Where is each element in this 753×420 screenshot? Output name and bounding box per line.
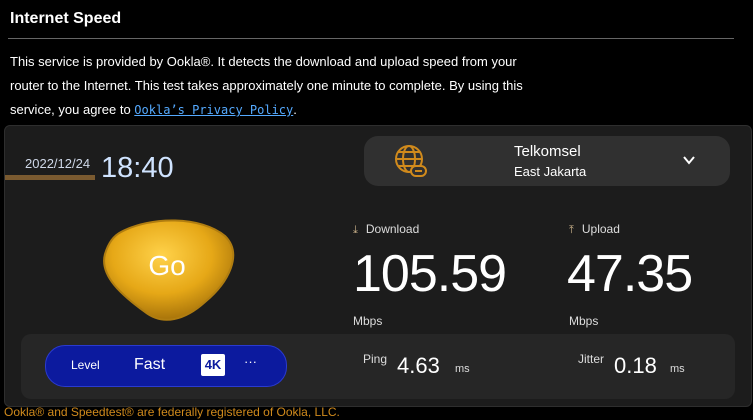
jitter-value: 0.18 [614, 353, 657, 378]
arrow-up-icon: ⤒ [569, 224, 574, 236]
upload-label-text: Upload [581, 222, 620, 236]
server-location: East Jakarta [514, 164, 587, 179]
title-divider [8, 38, 734, 39]
download-unit: Mbps [353, 314, 383, 328]
ping-value: 4.63 [397, 353, 440, 378]
trademark-footer: Ookla® and Speedtest® are federally regi… [4, 405, 340, 419]
download-value: 105.59 [353, 245, 507, 303]
download-label: ⤓ Download [353, 222, 419, 237]
server-selector[interactable]: Telkomsel East Jakarta [364, 136, 730, 186]
description-suffix: . [293, 102, 297, 117]
globe-icon [395, 145, 427, 177]
speedtest-panel: 2022/12/24 18:40 Telkomsel East Jakarta [4, 125, 752, 407]
level-indicator: Level Fast 4K ··· [45, 345, 287, 387]
upload-unit: Mbps [569, 314, 599, 328]
server-isp: Telkomsel [514, 143, 581, 160]
go-button-label[interactable]: Go [101, 250, 233, 282]
ping-label: Ping [363, 352, 388, 366]
result-summary-bar: Level Fast 4K ··· Ping 4.63 ms Jitter 0.… [21, 334, 735, 399]
upload-label: ⤒ Upload [569, 222, 620, 237]
test-date: 2022/12/24 [25, 156, 91, 171]
jitter-label: Jitter [578, 352, 605, 366]
upload-value: 47.35 [567, 245, 693, 303]
page-title: Internet Speed [10, 10, 122, 27]
ping-unit: ms [455, 363, 470, 375]
jitter-unit: ms [670, 363, 685, 375]
date-accent-bar [5, 175, 95, 180]
test-time: 18:40 [101, 152, 174, 184]
service-description: This service is provided by Ookla®. It d… [10, 50, 540, 122]
level-value: Fast [134, 356, 166, 373]
arrow-down-icon: ⤓ [353, 224, 358, 236]
level-label: Level [71, 358, 100, 372]
privacy-policy-link[interactable]: Ookla’s Privacy Policy [134, 103, 293, 117]
more-options-button[interactable]: ··· [244, 354, 257, 369]
download-label-text: Download [365, 222, 420, 236]
chevron-down-icon[interactable] [682, 153, 696, 167]
4k-badge-icon: 4K [201, 354, 225, 376]
